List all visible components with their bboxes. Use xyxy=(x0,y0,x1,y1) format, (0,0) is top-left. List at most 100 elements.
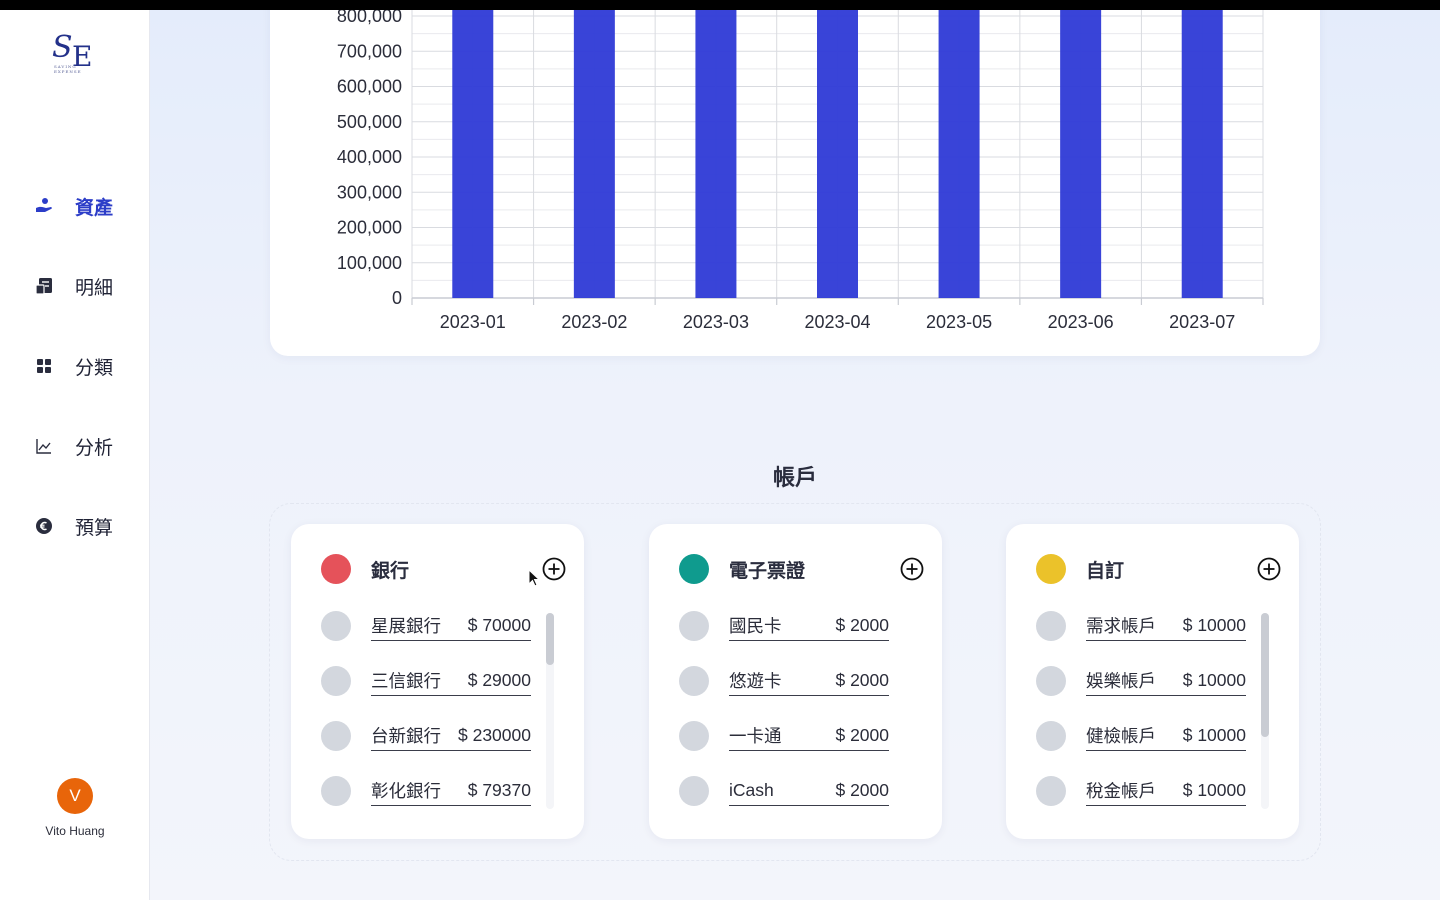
scrollbar[interactable] xyxy=(1261,613,1269,809)
y-tick-label: 300,000 xyxy=(337,182,402,202)
account-color-dot[interactable] xyxy=(679,611,709,641)
nav-item-details[interactable]: 明細 xyxy=(34,271,134,301)
group-color-dot xyxy=(321,554,351,584)
add-circle-icon[interactable] xyxy=(1257,557,1281,581)
account-list[interactable]: 需求帳戶 $ 10000 娛樂帳戶 $ 10000 健檢帳戶 $ 10000 稅金帳戶… xyxy=(1036,611,1281,811)
user-avatar[interactable]: V xyxy=(57,778,93,814)
asset-chart-card: 0 100,000 200,000 300,000 400,000 500,000 600,… xyxy=(270,0,1320,356)
chart-bar xyxy=(1060,0,1102,298)
chart-bar xyxy=(695,0,737,298)
account-list[interactable]: 星展銀行 $ 70000 三信銀行 $ 29000 台新銀行 $ 230000 彰化銀… xyxy=(321,611,566,811)
account-color-dot[interactable] xyxy=(321,776,351,806)
grid-icon xyxy=(34,356,54,376)
account-name: 娛樂帳戶 xyxy=(1086,671,1156,691)
account-field[interactable]: 稅金帳戶 $ 10000 xyxy=(1086,776,1246,806)
hand-coin-icon xyxy=(34,196,54,216)
asset-bar-chart: 0 100,000 200,000 300,000 400,000 500,000 600,… xyxy=(337,0,1264,332)
y-tick-label: 200,000 xyxy=(337,218,402,238)
list-item: 需求帳戶 $ 10000 xyxy=(1036,611,1281,666)
window-top-bar xyxy=(0,0,1440,10)
nav-item-budget[interactable]: 預算 xyxy=(34,511,134,541)
nav-label: 分類 xyxy=(75,356,114,379)
account-name: 稅金帳戶 xyxy=(1086,781,1156,801)
account-card-custom: 自訂 需求帳戶 $ 10000 娛樂帳戶 $ 10000 健檢帳戶 $ 10000 稅… xyxy=(1006,524,1299,839)
chart-bar xyxy=(817,0,858,298)
account-color-dot[interactable] xyxy=(1036,611,1066,641)
y-tick-label: 0 xyxy=(392,288,402,308)
account-field[interactable]: 一卡通 $ 2000 xyxy=(729,721,889,751)
account-field[interactable]: 娛樂帳戶 $ 10000 xyxy=(1086,666,1246,696)
account-color-dot[interactable] xyxy=(679,666,709,696)
account-amount: $ 10000 xyxy=(1182,670,1246,690)
accounts-section-title: 帳戶 xyxy=(772,466,817,491)
scrollbar-thumb[interactable] xyxy=(546,613,554,665)
nav-item-analysis[interactable]: 分析 xyxy=(34,431,134,461)
account-name: 彰化銀行 xyxy=(371,781,441,801)
nav-label: 資產 xyxy=(75,196,114,219)
account-amount: $ 2000 xyxy=(835,725,889,745)
account-color-dot[interactable] xyxy=(321,611,351,641)
logo-letter-s: S xyxy=(52,30,73,65)
list-item: 台新銀行 $ 230000 xyxy=(321,721,566,776)
scrollbar-thumb[interactable] xyxy=(1261,613,1269,737)
list-item: 悠遊卡 $ 2000 xyxy=(679,666,924,721)
account-name: 台新銀行 xyxy=(371,726,441,746)
account-field[interactable]: 三信銀行 $ 29000 xyxy=(371,666,531,696)
y-tick-label: 100,000 xyxy=(337,253,402,273)
account-field[interactable]: 彰化銀行 $ 79370 xyxy=(371,776,531,806)
y-tick-label: 700,000 xyxy=(337,41,402,61)
add-circle-icon[interactable] xyxy=(900,557,924,581)
mouse-cursor-icon xyxy=(528,569,541,587)
account-name: 一卡通 xyxy=(729,726,782,746)
account-amount: $ 2000 xyxy=(835,780,889,800)
nav-item-categories[interactable]: 分類 xyxy=(34,351,134,381)
account-field[interactable]: 健檢帳戶 $ 10000 xyxy=(1086,721,1246,751)
account-color-dot[interactable] xyxy=(1036,776,1066,806)
list-item: 稅金帳戶 $ 10000 xyxy=(1036,776,1281,811)
account-field[interactable]: 需求帳戶 $ 10000 xyxy=(1086,611,1246,641)
account-group-title: 銀行 xyxy=(371,559,410,582)
nav-item-assets[interactable]: 資產 xyxy=(34,191,134,221)
account-amount: $ 2000 xyxy=(835,670,889,690)
account-field[interactable]: 台新銀行 $ 230000 xyxy=(371,721,531,751)
account-field[interactable]: 星展銀行 $ 70000 xyxy=(371,611,531,641)
account-amount: $ 10000 xyxy=(1182,615,1246,635)
account-field[interactable]: iCash $ 2000 xyxy=(729,776,889,806)
logo-tagline: SAVING EXPENSE xyxy=(54,64,82,74)
app-logo[interactable]: S E SAVING EXPENSE xyxy=(50,30,100,74)
group-color-dot xyxy=(679,554,709,584)
list-item: 一卡通 $ 2000 xyxy=(679,721,924,776)
account-color-dot[interactable] xyxy=(679,721,709,751)
y-tick-label: 600,000 xyxy=(337,77,402,97)
account-card-e-ticket: 電子票證 國民卡 $ 2000 悠遊卡 $ 2000 一卡通 $ 2000 iCash… xyxy=(649,524,942,839)
x-tick-label: 2023-05 xyxy=(926,312,992,332)
nav-label: 明細 xyxy=(75,276,114,299)
chart-bar xyxy=(452,0,494,298)
account-field[interactable]: 國民卡 $ 2000 xyxy=(729,611,889,641)
account-group-title: 電子票證 xyxy=(729,559,806,582)
group-color-dot xyxy=(1036,554,1066,584)
y-tick-label: 400,000 xyxy=(337,147,402,167)
y-tick-label: 500,000 xyxy=(337,112,402,132)
account-amount: $ 79370 xyxy=(467,780,531,800)
account-name: 國民卡 xyxy=(729,616,782,636)
user-name: Vito Huang xyxy=(45,824,105,838)
account-group-title: 自訂 xyxy=(1086,559,1125,582)
list-item: 三信銀行 $ 29000 xyxy=(321,666,566,721)
account-color-dot[interactable] xyxy=(321,666,351,696)
scrollbar[interactable] xyxy=(546,613,554,809)
receipt-icon xyxy=(34,276,54,296)
account-color-dot[interactable] xyxy=(679,776,709,806)
account-color-dot[interactable] xyxy=(1036,666,1066,696)
add-circle-icon[interactable] xyxy=(542,557,566,581)
account-field[interactable]: 悠遊卡 $ 2000 xyxy=(729,666,889,696)
chart-bar xyxy=(1181,0,1223,298)
list-item: 娛樂帳戶 $ 10000 xyxy=(1036,666,1281,721)
account-color-dot[interactable] xyxy=(321,721,351,751)
account-name: 需求帳戶 xyxy=(1086,616,1156,636)
account-amount: $ 2000 xyxy=(835,615,889,635)
nav-label: 分析 xyxy=(75,436,114,459)
account-list[interactable]: 國民卡 $ 2000 悠遊卡 $ 2000 一卡通 $ 2000 iCash $ 200… xyxy=(679,611,924,811)
account-color-dot[interactable] xyxy=(1036,721,1066,751)
list-item: 星展銀行 $ 70000 xyxy=(321,611,566,666)
